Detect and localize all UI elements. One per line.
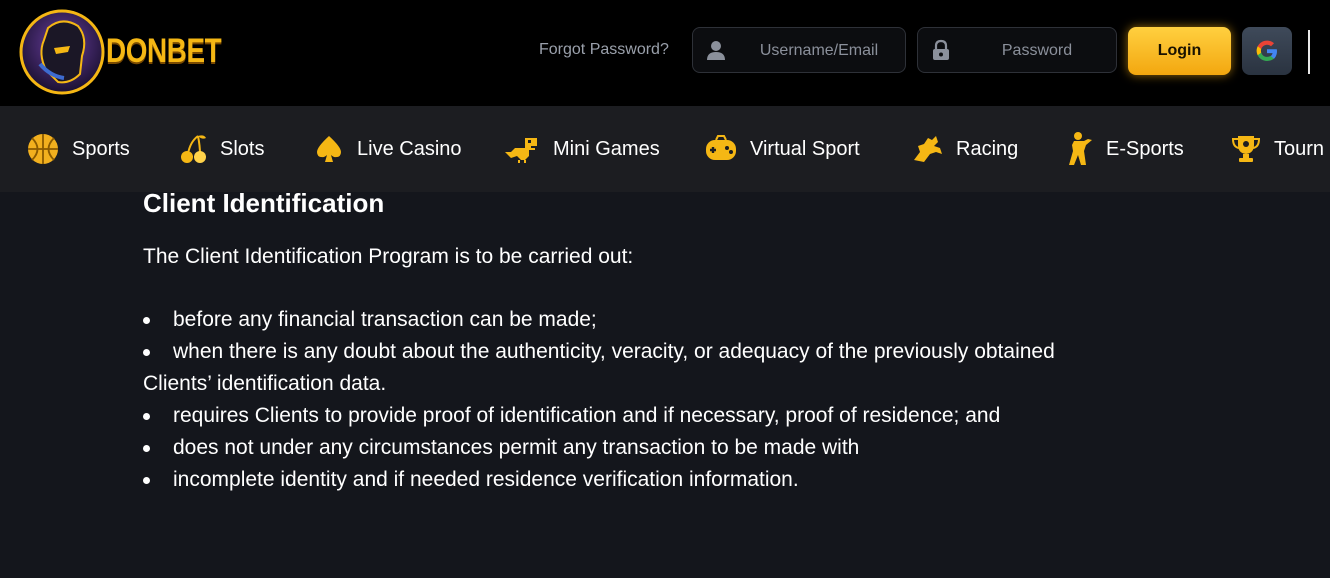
soldier-icon bbox=[1069, 132, 1092, 165]
horse-icon bbox=[914, 136, 942, 162]
nav-label-live-casino: Live Casino bbox=[357, 137, 462, 160]
nav-item-mini-games[interactable]: Mini Games bbox=[503, 106, 660, 192]
basketball-icon bbox=[28, 134, 58, 164]
nav-item-e-sports[interactable]: E-Sports bbox=[1064, 106, 1184, 192]
gamepad-icon bbox=[706, 135, 736, 160]
nav-item-live-casino[interactable]: Live Casino bbox=[313, 106, 462, 192]
main-nav: Sports Slots Live Casino Mini Games Virt… bbox=[0, 106, 1330, 192]
login-button[interactable]: Login bbox=[1128, 27, 1231, 75]
list-item: incomplete identity and if needed reside… bbox=[143, 464, 1143, 496]
cherries-icon bbox=[181, 135, 206, 163]
nav-label-tournament: Tourn bbox=[1274, 137, 1325, 160]
nav-item-racing[interactable]: Racing bbox=[910, 106, 1018, 192]
nav-item-sports[interactable]: Sports bbox=[26, 106, 130, 192]
nav-item-tournament[interactable]: Tourn bbox=[1230, 106, 1324, 192]
nav-item-virtual-sport[interactable]: Virtual Sport bbox=[704, 106, 860, 192]
forgot-password-link[interactable]: Forgot Password? bbox=[539, 41, 669, 59]
lock-icon bbox=[933, 39, 949, 60]
logo[interactable]: DONBET bbox=[18, 8, 222, 96]
list-item: when there is any doubt about the authen… bbox=[143, 336, 1143, 368]
spade-icon bbox=[317, 136, 341, 162]
bullet-list: before any financial transaction can be … bbox=[143, 304, 1143, 496]
nav-item-slots[interactable]: Slots bbox=[178, 106, 264, 192]
password-input[interactable] bbox=[964, 28, 1110, 74]
list-item: before any financial transaction can be … bbox=[143, 304, 1143, 336]
nav-label-slots: Slots bbox=[220, 137, 265, 160]
list-item: requires Clients to provide proof of ide… bbox=[143, 400, 1143, 432]
nav-label-e-sports: E-Sports bbox=[1106, 137, 1184, 160]
google-login-button[interactable] bbox=[1242, 27, 1292, 75]
logo-emblem-icon bbox=[19, 9, 105, 95]
nav-label-mini-games: Mini Games bbox=[553, 137, 660, 160]
intro-text: The Client Identification Program is to … bbox=[143, 245, 634, 268]
nav-label-virtual-sport: Virtual Sport bbox=[750, 137, 860, 160]
header-divider bbox=[1308, 30, 1310, 74]
trophy-icon bbox=[1231, 136, 1261, 162]
nav-label-racing: Racing bbox=[956, 137, 1019, 160]
user-icon bbox=[707, 41, 725, 60]
dinosaur-icon bbox=[505, 138, 537, 163]
username-input[interactable] bbox=[739, 28, 899, 74]
nav-label-sports: Sports bbox=[72, 137, 130, 160]
list-item: does not under any circumstances permit … bbox=[143, 432, 1143, 464]
section-title: Client Identification bbox=[143, 188, 385, 218]
username-field[interactable] bbox=[692, 27, 906, 74]
google-icon bbox=[1256, 40, 1277, 61]
list-item-continuation: Clients’ identification data. bbox=[143, 372, 387, 395]
password-field[interactable] bbox=[917, 27, 1117, 74]
content-section: Client Identification The Client Identif… bbox=[143, 186, 1143, 496]
top-bar: DONBET Forgot Password? Login bbox=[0, 0, 1330, 106]
logo-text: DONBET bbox=[106, 32, 222, 70]
